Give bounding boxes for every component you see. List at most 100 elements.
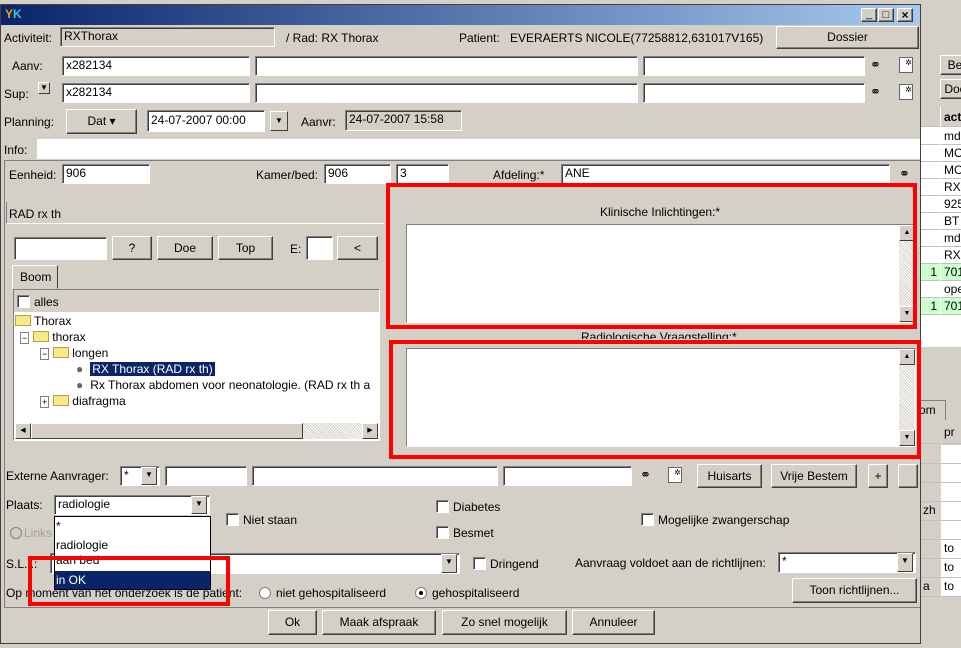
table-row[interactable]	[941, 445, 961, 464]
aanv-input[interactable]: x282134	[62, 56, 250, 76]
table-row[interactable]: ope	[941, 281, 961, 298]
alles-checkbox[interactable]	[17, 295, 30, 308]
afdeling-input[interactable]: ANE	[561, 164, 890, 184]
tree-node-longen[interactable]: − longen	[40, 345, 108, 362]
table-row[interactable]: 701	[941, 298, 961, 315]
sup-dropdown-button[interactable]: ▼	[38, 82, 50, 94]
tab-boom[interactable]: Boom	[12, 265, 58, 289]
plaats-dropdown-button[interactable]: ▼	[191, 496, 207, 514]
plaats-select[interactable]: radiologie	[54, 495, 210, 515]
tree-node-rx-thorax-abdomen[interactable]: ● Rx Thorax abdomen voor neonatologie. (R…	[76, 377, 379, 393]
extra-button[interactable]	[898, 464, 918, 488]
collapse-icon[interactable]: −	[40, 348, 50, 360]
table-row[interactable]: to	[941, 540, 961, 559]
plaats-option[interactable]: *	[56, 517, 209, 535]
tree-node-thorax[interactable]: − thorax	[20, 329, 86, 346]
table-row[interactable]: 701	[941, 264, 961, 281]
toon-richtlijnen-button[interactable]: Toon richtlijnen...	[792, 578, 917, 603]
tree-search-input[interactable]	[14, 237, 107, 260]
table-row[interactable]	[941, 464, 961, 483]
zo-snel-mogelijk-button[interactable]: Zo snel mogelijk	[442, 610, 567, 635]
table-row[interactable]: RX	[941, 247, 961, 264]
expand-icon[interactable]: +	[40, 396, 50, 408]
gehospitaliseerd-radio[interactable]	[415, 587, 427, 599]
externe-extra-input[interactable]	[503, 466, 632, 486]
tree-panel-title: RAD rx th	[9, 207, 62, 221]
dat-button[interactable]: Dat ▾	[66, 109, 137, 134]
table-header[interactable]: act	[941, 107, 961, 127]
links-radio[interactable]	[10, 527, 22, 539]
tree-node-rx-thorax[interactable]: ● RX Thorax (RAD rx th)	[76, 361, 215, 377]
aanv-extra-input[interactable]	[643, 56, 865, 76]
externe-dropdown-button[interactable]: ▼	[141, 467, 157, 485]
sup-extra-input[interactable]	[643, 83, 865, 103]
scroll-right-icon[interactable]: ▶	[362, 423, 378, 439]
diabetes-checkbox[interactable]	[436, 500, 449, 513]
binoculars-icon[interactable]: ⚭	[870, 84, 881, 100]
table-row[interactable]: MO	[941, 162, 961, 179]
new-document-icon[interactable]: ✲	[899, 57, 913, 73]
ok-button[interactable]: Ok	[268, 610, 317, 635]
niet-gehospitaliseerd-radio[interactable]	[259, 587, 271, 599]
externe-code-input[interactable]	[165, 466, 247, 486]
dringend-checkbox[interactable]	[473, 557, 486, 570]
scroll-left-icon[interactable]: ◀	[15, 423, 31, 439]
table-row[interactable]: 925	[941, 196, 961, 213]
scroll-thumb[interactable]	[31, 423, 303, 439]
plus-button[interactable]: +	[868, 464, 888, 488]
table-row[interactable]	[941, 483, 961, 502]
tree-horizontal-scrollbar[interactable]: ◀ ▶	[15, 423, 378, 439]
table-row[interactable]: md	[941, 128, 961, 145]
background-button-doc[interactable]: Doc	[940, 79, 961, 99]
back-button[interactable]: <	[337, 236, 378, 260]
table-row[interactable]: md	[941, 230, 961, 247]
bed-input[interactable]: 3	[396, 164, 449, 184]
eenheid-input[interactable]: 906	[62, 164, 150, 184]
aanv-name-input[interactable]	[255, 56, 638, 76]
info-input[interactable]	[37, 139, 920, 159]
table-header[interactable]: pr	[941, 424, 961, 444]
dossier-button[interactable]: Dossier	[776, 26, 919, 49]
externe-name-input[interactable]	[252, 466, 498, 486]
tree-node-thorax-root[interactable]: Thorax	[15, 313, 71, 329]
sup-name-input[interactable]	[255, 83, 638, 103]
tree-node-diafragma[interactable]: + diafragma	[40, 393, 126, 410]
minimize-button[interactable]: _	[861, 8, 877, 22]
sl-dropdown-button[interactable]: ▼	[441, 554, 457, 573]
close-button[interactable]: ×	[897, 8, 913, 22]
table-row[interactable]: BT	[941, 213, 961, 230]
maximize-button[interactable]: □	[878, 8, 894, 22]
planning-date-input[interactable]: 24-07-2007 00:00	[147, 110, 265, 132]
new-document-icon[interactable]: ✲	[668, 467, 682, 483]
richtlijnen-select[interactable]: *	[778, 552, 916, 573]
kamer-input[interactable]: 906	[324, 164, 391, 184]
table-row[interactable]: to	[941, 578, 961, 597]
plaats-option[interactable]: radiologie	[56, 536, 209, 554]
richtlijnen-dropdown-button[interactable]: ▼	[897, 553, 913, 572]
activiteit-label: Activiteit:	[4, 31, 53, 45]
maak-afspraak-button[interactable]: Maak afspraak	[322, 610, 436, 635]
huisarts-button[interactable]: Huisarts	[697, 464, 762, 488]
table-row[interactable]	[941, 502, 961, 521]
table-row[interactable]: RX	[941, 179, 961, 196]
besmet-checkbox[interactable]	[436, 526, 449, 539]
table-row[interactable]: to	[941, 559, 961, 578]
new-document-icon[interactable]: ✲	[899, 84, 913, 100]
binoculars-icon[interactable]: ⚭	[640, 467, 651, 483]
niet-staan-checkbox[interactable]	[226, 513, 239, 526]
date-dropdown-button[interactable]: ▼	[270, 111, 288, 131]
binoculars-icon[interactable]: ⚭	[899, 166, 910, 182]
binoculars-icon[interactable]: ⚭	[870, 57, 881, 73]
annuleer-button[interactable]: Annuleer	[572, 610, 655, 635]
sup-input[interactable]: x282134	[62, 83, 250, 103]
zwangerschap-checkbox[interactable]	[641, 513, 654, 526]
vrije-bestem-button[interactable]: Vrije Bestem	[771, 464, 857, 488]
e-input[interactable]	[306, 236, 333, 260]
background-button-be[interactable]: Be	[940, 55, 961, 75]
doe-button[interactable]: Doe	[157, 236, 213, 260]
top-button[interactable]: Top	[218, 236, 273, 260]
table-row[interactable]: MO	[941, 145, 961, 162]
collapse-icon[interactable]: −	[20, 332, 30, 344]
table-row[interactable]	[941, 521, 961, 540]
help-button[interactable]: ?	[112, 236, 152, 260]
